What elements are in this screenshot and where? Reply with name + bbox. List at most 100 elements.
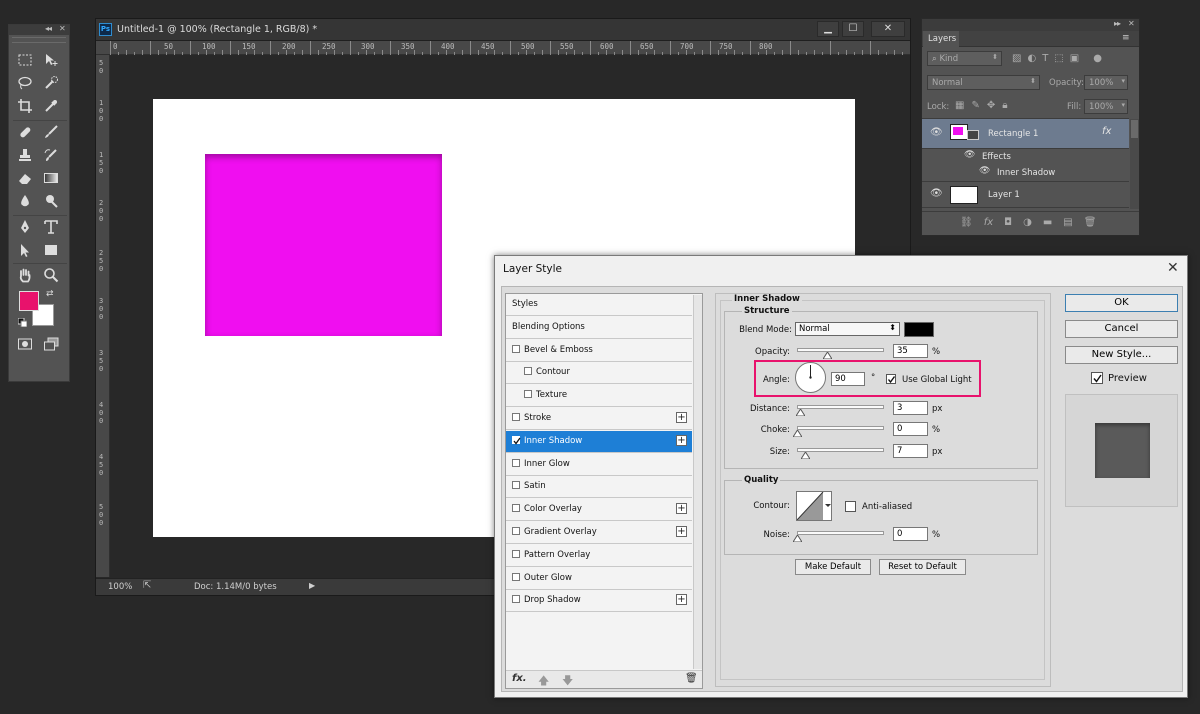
opacity-field[interactable]: 100% ▾ [1084, 75, 1128, 90]
size-input[interactable]: 7 [893, 444, 928, 458]
choke-input[interactable]: 0 [893, 422, 928, 436]
close-icon[interactable]: ✕ [59, 24, 66, 33]
visibility-eye-icon[interactable]: 👁︎ [930, 127, 943, 138]
horizontal-ruler[interactable]: 0 50 100 150 200 250 300 350 400 450 500… [96, 41, 910, 55]
opacity-slider-thumb[interactable] [822, 351, 833, 360]
fill-field[interactable]: 100% ▾ [1084, 99, 1128, 114]
opacity-input[interactable]: 35 [893, 344, 928, 358]
type-tool-icon[interactable] [40, 217, 62, 237]
style-item-texture[interactable]: Texture [506, 385, 692, 408]
style-checkbox[interactable] [524, 367, 532, 376]
lock-transparent-icon[interactable]: ▦ [955, 100, 964, 111]
maximize-button[interactable]: ☐ [842, 21, 864, 37]
export-icon[interactable]: ⇱ [143, 580, 151, 591]
style-checkbox[interactable] [512, 458, 520, 467]
style-item-inner-shadow[interactable]: Inner Shadow + [506, 430, 692, 453]
style-item-drop-shadow[interactable]: Drop Shadow + [506, 590, 692, 613]
history-brush-tool-icon[interactable] [40, 145, 62, 165]
noise-slider[interactable] [797, 531, 884, 535]
screen-mode-icon[interactable] [40, 334, 62, 354]
quick-selection-tool-icon[interactable] [40, 73, 62, 93]
distance-slider-thumb[interactable] [795, 408, 806, 417]
style-checkbox[interactable] [512, 504, 520, 513]
add-effect-plus-icon[interactable]: + [676, 594, 687, 606]
style-item-inner-glow[interactable]: Inner Glow [506, 453, 692, 476]
adjustment-filter-icon[interactable]: ◐ [1027, 53, 1036, 64]
filter-toggle-icon[interactable]: ● [1093, 53, 1102, 64]
tools-grip[interactable] [12, 37, 66, 43]
add-effect-plus-icon[interactable]: + [676, 503, 687, 515]
lock-pixels-icon[interactable]: ✎ [971, 100, 979, 111]
doc-size[interactable]: Doc: 1.14M/0 bytes [194, 582, 277, 592]
styles-list-scrollbar[interactable] [693, 295, 702, 669]
style-item-stroke[interactable]: Stroke + [506, 408, 692, 430]
size-slider-thumb[interactable] [800, 451, 811, 460]
add-mask-icon[interactable]: ◘ [1004, 217, 1012, 228]
preview-checkbox[interactable] [1091, 372, 1103, 384]
blend-mode-select[interactable]: Normal ⬍ [927, 75, 1040, 90]
size-slider[interactable] [797, 448, 884, 452]
cancel-button[interactable]: Cancel [1065, 320, 1178, 338]
visibility-eye-icon[interactable]: 👁︎ [979, 166, 990, 176]
eyedropper-tool-icon[interactable] [40, 96, 62, 116]
contour-picker[interactable] [796, 491, 832, 521]
blend-mode-select[interactable]: Normal ⬍ [795, 322, 900, 336]
close-icon[interactable]: ✕ [1167, 260, 1179, 276]
collapse-icon[interactable]: ▸▸ [1114, 19, 1121, 28]
pen-tool-icon[interactable] [14, 217, 36, 237]
marquee-tool-icon[interactable] [14, 50, 36, 70]
crop-tool-icon[interactable] [14, 96, 36, 116]
style-item-color-overlay[interactable]: Color Overlay + [506, 499, 692, 522]
eraser-tool-icon[interactable] [14, 168, 36, 188]
layers-scrollbar[interactable] [1130, 119, 1139, 209]
reset-to-default-button[interactable]: Reset to Default [879, 559, 966, 575]
fx-menu-icon[interactable]: fx. [512, 673, 527, 684]
zoom-level[interactable]: 100% [108, 582, 132, 592]
style-item-satin[interactable]: Satin [506, 476, 692, 499]
style-item-styles[interactable]: Styles [506, 294, 692, 316]
anti-aliased-label[interactable]: Anti-aliased [862, 502, 912, 512]
style-checkbox[interactable] [512, 527, 520, 535]
style-checkbox[interactable] [512, 595, 520, 604]
type-filter-icon[interactable]: T [1042, 53, 1048, 64]
anti-aliased-checkbox[interactable] [845, 501, 856, 512]
gradient-tool-icon[interactable] [40, 168, 62, 188]
foreground-color-swatch-top[interactable] [19, 291, 39, 311]
move-down-icon[interactable]: 🡇 [562, 672, 573, 691]
style-checkbox[interactable] [512, 549, 520, 558]
zoom-tool-icon[interactable] [40, 265, 62, 285]
ok-button[interactable]: OK [1065, 294, 1178, 312]
noise-slider-thumb[interactable] [792, 534, 803, 543]
style-checkbox[interactable] [524, 390, 532, 399]
panel-menu-icon[interactable]: ≡ [1122, 33, 1130, 43]
fx-icon[interactable]: fx [1102, 126, 1111, 137]
brush-tool-icon[interactable] [40, 122, 62, 142]
trash-icon[interactable]: 🗑︎ [685, 673, 698, 684]
close-icon[interactable]: ✕ [1128, 19, 1135, 28]
distance-input[interactable]: 3 [893, 401, 928, 415]
status-menu-arrow-icon[interactable]: ▶ [309, 581, 315, 590]
style-checkbox[interactable] [512, 481, 520, 490]
default-colors-icon[interactable] [17, 317, 28, 328]
style-item-bevel-emboss[interactable]: Bevel & Emboss [506, 339, 692, 362]
link-layers-icon[interactable]: ⛓︎ [960, 217, 973, 228]
add-style-icon[interactable]: fx [984, 217, 993, 228]
style-checkbox[interactable] [512, 435, 521, 445]
layer-row-rectangle-1[interactable]: 👁︎ Rectangle 1 fx [922, 119, 1129, 149]
dodge-tool-icon[interactable] [40, 191, 62, 211]
lock-all-icon[interactable]: 🔒︎ [1002, 100, 1007, 111]
style-item-outer-glow[interactable]: Outer Glow [506, 567, 692, 590]
style-item-gradient-overlay[interactable]: Gradient Overlay + [506, 522, 692, 544]
add-effect-plus-icon[interactable]: + [676, 434, 687, 446]
new-layer-icon[interactable]: ▤ [1063, 217, 1072, 228]
style-checkbox[interactable] [512, 413, 520, 421]
close-window-button[interactable]: ✕ [871, 21, 905, 37]
style-item-blending-options[interactable]: Blending Options [506, 316, 692, 339]
add-effect-plus-icon[interactable]: + [676, 412, 687, 423]
style-item-contour[interactable]: Contour [506, 362, 692, 385]
lock-position-icon[interactable]: ✥ [987, 100, 995, 111]
tab-layers[interactable]: Layers [923, 31, 959, 47]
visibility-eye-icon[interactable]: 👁︎ [964, 150, 975, 160]
move-up-icon[interactable]: 🡅 [538, 672, 549, 691]
path-selection-tool-icon[interactable] [14, 240, 36, 260]
